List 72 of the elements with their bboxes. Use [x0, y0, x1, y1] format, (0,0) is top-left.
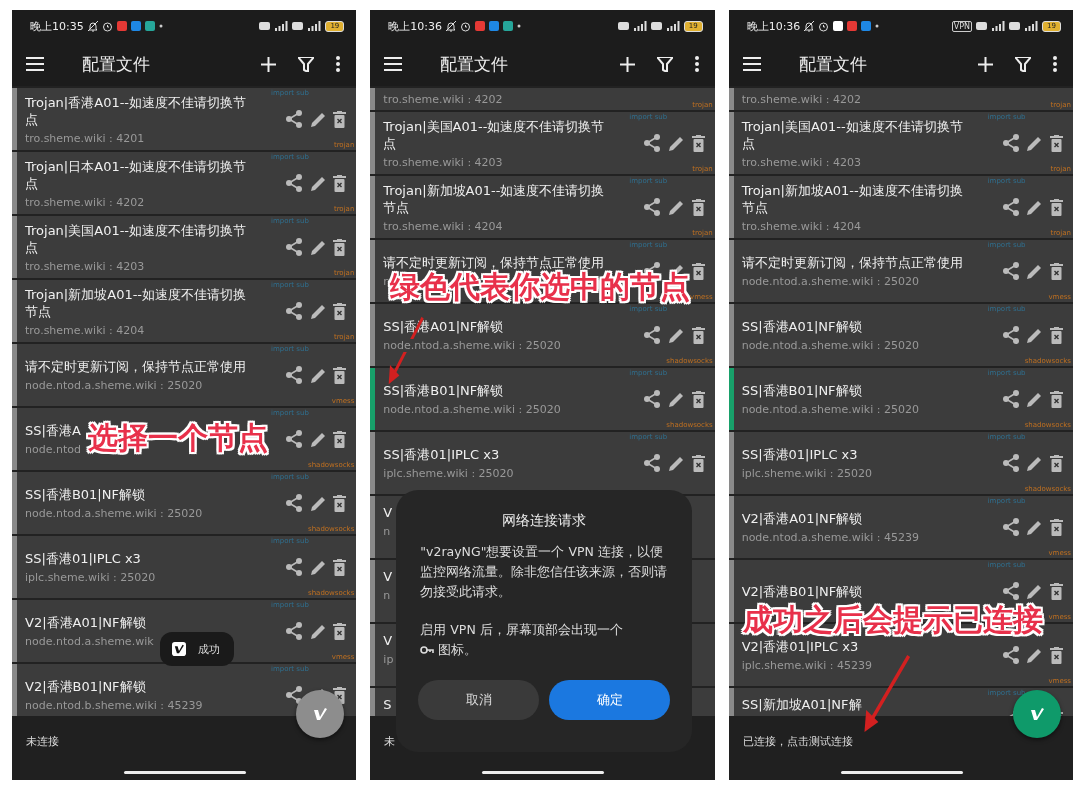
server-address: node.ntod.a.sheme.wiki : 25020: [741, 403, 919, 416]
clock-time: 晚上10:35: [30, 18, 84, 34]
server-address: tro.sheme.wiki : 4204: [25, 323, 145, 337]
server-address: iplc.sheme.wiki : 45239: [741, 659, 872, 672]
server-address: node.ntod.a.sheme.wiki : 45239: [741, 531, 919, 544]
profile-name: V2|香港01|IPLC x3: [741, 638, 859, 655]
connection-status: 未: [384, 734, 396, 749]
server-address: tro.sheme.wiki : 4204: [741, 219, 861, 233]
annotation-caption: 绿色代表你选中的节点: [390, 271, 691, 303]
profile-name: SS|香港01|IPLC x3: [25, 550, 141, 567]
toast-message: 成功: [198, 641, 220, 657]
server-address: node.ntod.a.sheme.wiki : 25020: [25, 507, 203, 520]
server-address: node.ntod.a.sheme.wiki : 25020: [25, 379, 203, 392]
dialog-note: 启用 VPN 后，屏幕顶部会出现一个: [420, 621, 624, 639]
server-address: ip: [383, 653, 394, 666]
server-address: node.ntod.b.sheme.wiki : 45239: [25, 699, 203, 712]
server-address: tro.sheme.wiki : 4201: [25, 131, 145, 145]
profile-name: SS|香港B01|NF解锁: [25, 486, 145, 503]
profile-name: SS|香港A: [25, 422, 81, 439]
profile-name: SS|新加坡A01|NF解: [741, 696, 862, 713]
profile-name: Trojan|美国A01--如速度不佳请切换节点: [383, 117, 606, 152]
profile-name: Trojan|新加坡A01--如速度不佳请切换节点: [25, 285, 248, 320]
dialog-message: "v2rayNG"想要设置一个 VPN 连接，以便监控网络流量。除非您信任该来源，否则请勿接受此请求。: [420, 543, 669, 601]
profile-name: Trojan|美国A01--如速度不佳请切换节点: [25, 221, 248, 256]
connection-status: 已连接，点击测试连接: [742, 734, 853, 749]
profile-name: V: [383, 504, 393, 521]
server-address: tro.sheme.wiki : 4202: [25, 195, 145, 209]
screen-title: 配置文件: [798, 52, 867, 76]
screen-title: 配置文件: [82, 52, 150, 76]
server-address: iplc.sheme.wiki : 25020: [383, 467, 514, 480]
server-address: tro.sheme.wiki : 4202: [741, 92, 861, 106]
profile-name: S: [383, 696, 392, 713]
server-address: iplc.sheme.wiki : 25020: [25, 571, 156, 584]
server-address: node.ntod.a.sheme.wiki : 25020: [741, 275, 919, 288]
dialog-title: 网络连接请求: [501, 512, 588, 530]
profile-name: SS|香港01|IPLC x3: [383, 446, 500, 463]
profile-name: SS|香港01|IPLC x3: [741, 446, 858, 463]
profile-name: V: [383, 632, 393, 649]
profile-name: Trojan|美国A01--如速度不佳请切换节点: [741, 117, 964, 152]
profile-name: Trojan|新加坡A01--如速度不佳请切换节点: [741, 181, 964, 216]
screen-title: 配置文件: [440, 52, 509, 76]
server-address: tro.sheme.wiki : 4202: [383, 92, 503, 106]
profile-name: 请不定时更新订阅，保持节点正常使用: [383, 254, 605, 271]
profile-name: V2|香港A01|NF解锁: [741, 510, 863, 527]
server-address: tro.sheme.wiki : 4204: [383, 219, 503, 233]
server-address: node.ntod.a.sheme.wiki : 25020: [383, 403, 561, 416]
profile-name: Trojan|新加坡A01--如速度不佳请切换节点: [383, 181, 606, 216]
dialog-note: 图标。: [438, 641, 478, 659]
profile-name: V2|香港B01|NF解锁: [25, 678, 146, 695]
profile-name: V2|香港B01|NF解锁: [741, 582, 863, 600]
clock-time: 晚上10:36: [746, 18, 801, 34]
annotation-caption: 选择一个节点: [88, 422, 268, 454]
server-address: node.ntod.a.sheme.wiki : 25020: [383, 339, 561, 352]
server-address: tro.sheme.wiki : 4203: [25, 259, 145, 273]
profile-name: 请不定时更新订阅，保持节点正常使用: [741, 254, 963, 271]
profile-name: SS|香港B01|NF解锁: [383, 382, 504, 399]
connection-status: 未连接: [26, 734, 59, 749]
profile-name: Trojan|日本A01--如速度不佳请切换节点: [25, 157, 248, 192]
server-address: tro.sheme.wiki : 4203: [383, 155, 503, 169]
profile-name: V: [383, 568, 393, 585]
server-address: node.ntod.a.sheme.wiki : 25020: [741, 339, 919, 352]
clock-time: 晚上10:36: [388, 18, 443, 34]
server-address: tro.sheme.wiki : 4203: [741, 155, 861, 169]
server-address: node.ntod.a.sheme.wik: [25, 635, 154, 648]
profile-name: SS|香港A01|NF解锁: [741, 318, 862, 335]
profile-name: V2|香港A01|NF解锁: [25, 614, 146, 631]
profile-name: Trojan|香港A01--如速度不佳请切换节点: [25, 93, 248, 128]
profile-name: SS|香港B01|NF解锁: [741, 382, 862, 399]
profile-name: 请不定时更新订阅，保持节点正常使用: [25, 358, 246, 375]
vpn-badge: VPN: [951, 20, 973, 32]
server-address: node.ntod: [25, 443, 81, 456]
server-address: iplc.sheme.wiki : 25020: [741, 467, 872, 480]
